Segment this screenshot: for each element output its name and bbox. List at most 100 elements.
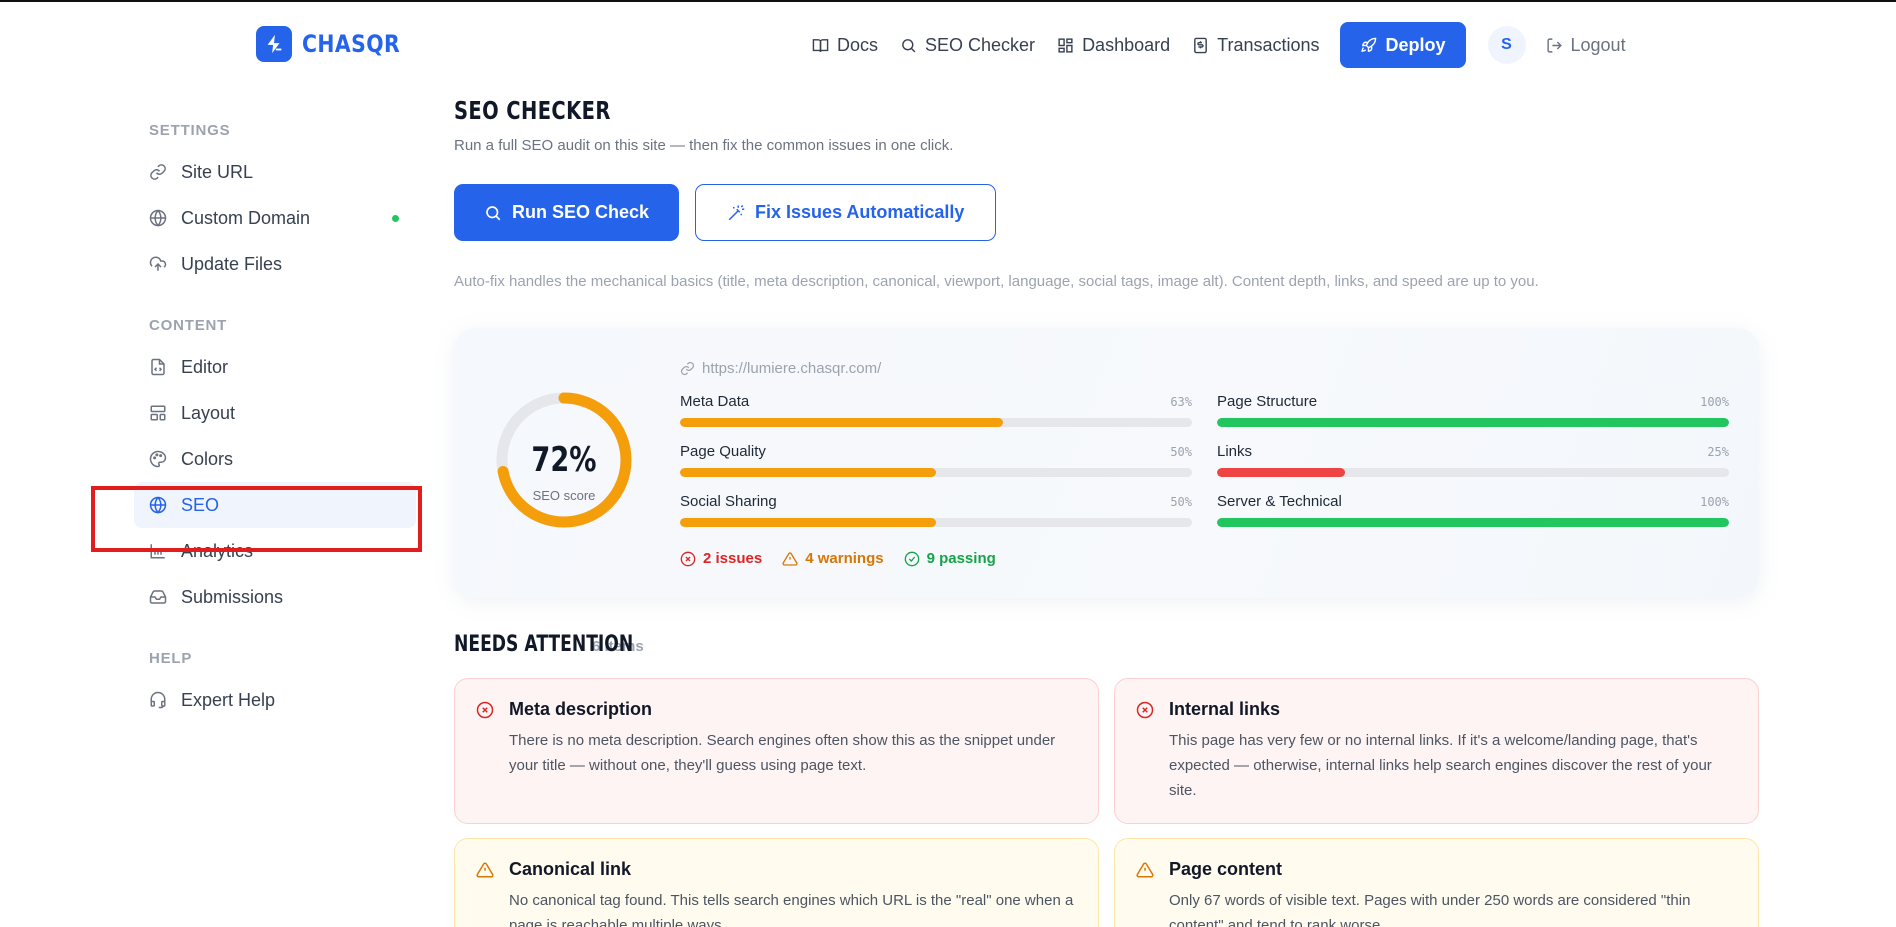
sidebar-item-label: Expert Help [181, 689, 276, 710]
link-icon [680, 361, 695, 376]
sidebar-section-help: HELP [149, 650, 193, 667]
main-content: SEO CHECKER Run a full SEO audit on this… [454, 96, 1759, 927]
sidebar-item-label: Editor [181, 356, 229, 377]
score-caption: SEO score [532, 488, 596, 503]
progress-track [680, 518, 1192, 527]
dashboard-icon [1058, 37, 1073, 53]
nav-seo-checker[interactable]: SEO Checker [900, 22, 1035, 68]
nav-transactions[interactable]: Transactions [1192, 22, 1320, 68]
fix-issues-label: Fix Issues Automatically [755, 202, 965, 222]
metric-pct: 25% [1707, 445, 1729, 459]
metric-meta-data: Meta Data 63% [680, 393, 1192, 427]
sidebar-item-editor[interactable]: Editor [134, 344, 416, 390]
page-subtitle: Run a full SEO audit on this site — then… [454, 137, 954, 154]
warnings-count[interactable]: 4 warnings [782, 550, 884, 567]
page-title: SEO CHECKER [454, 96, 611, 125]
score-value: 72% [531, 440, 597, 480]
brand-logo[interactable]: CHASQR [256, 26, 417, 62]
run-seo-check-label: Run SEO Check [512, 202, 650, 222]
cloud-upload-icon [149, 256, 167, 271]
progress-fill [1217, 468, 1345, 477]
issues-count[interactable]: 2 issues [680, 550, 762, 567]
logout-label: Logout [1570, 34, 1626, 55]
deploy-button[interactable]: Deploy [1339, 22, 1466, 68]
metric-name: Social Sharing [680, 493, 777, 510]
logout-icon [1546, 37, 1562, 53]
main-nav: Docs SEO Checker Dashboard Transactions … [812, 22, 1626, 68]
progress-fill [680, 468, 936, 477]
metric-social-sharing: Social Sharing 50% [680, 493, 1192, 527]
sidebar-item-site-url[interactable]: Site URL [134, 149, 416, 195]
autofix-note: Auto-fix handles the mechanical basics (… [454, 273, 1539, 290]
issue-description: There is no meta description. Search eng… [509, 732, 1056, 774]
inbox-icon [149, 590, 167, 604]
x-circle-icon [1136, 701, 1154, 719]
metric-page-quality: Page Quality 50% [680, 443, 1192, 477]
highlight-box [91, 486, 422, 552]
sidebar-item-label: Site URL [181, 161, 254, 182]
receipt-icon [1194, 37, 1207, 53]
passing-count[interactable]: 9 passing [904, 550, 996, 567]
metric-pct: 63% [1170, 395, 1192, 409]
progress-track [1217, 468, 1729, 477]
sidebar-item-layout[interactable]: Layout [134, 390, 416, 436]
search-icon [486, 205, 501, 220]
progress-fill [680, 418, 1003, 427]
brand-name: CHASQR [302, 30, 401, 58]
sidebar-item-custom-domain[interactable]: Custom Domain [134, 195, 416, 241]
search-icon [902, 38, 916, 52]
site-url[interactable]: https://lumiere.chasqr.com/ [680, 360, 881, 377]
fix-issues-button[interactable]: Fix Issues Automatically [695, 184, 997, 241]
nav-dashboard[interactable]: Dashboard [1057, 22, 1170, 68]
progress-track [1217, 418, 1729, 427]
check-circle-icon [904, 551, 919, 566]
layout-icon [150, 405, 166, 421]
deploy-label: Deploy [1385, 34, 1446, 55]
sidebar-item-label: Layout [181, 402, 236, 423]
seo-score-card: 72% SEO score https://lumiere.chasqr.com… [454, 328, 1759, 598]
issues-label: 2 issues [703, 550, 763, 567]
status-dot [392, 215, 399, 222]
issue-card-page-content[interactable]: Page content Only 67 words of visible te… [1114, 838, 1759, 927]
issue-card-canonical-link[interactable]: Canonical link No canonical tag found. T… [454, 838, 1099, 927]
metric-page-structure: Page Structure 100% [1217, 393, 1729, 427]
issue-card-internal-links[interactable]: Internal links This page has very few or… [1114, 678, 1759, 824]
issue-card-meta-description[interactable]: Meta description There is no meta descri… [454, 678, 1099, 824]
metric-links: Links 25% [1217, 443, 1729, 477]
metric-pct: 100% [1700, 395, 1729, 409]
issue-title: Canonical link [509, 859, 632, 879]
warning-triangle-icon [1136, 862, 1154, 878]
x-circle-icon [680, 551, 696, 566]
nav-seo-checker-label: SEO Checker [925, 34, 1036, 55]
sidebar-item-label: Custom Domain [181, 207, 311, 228]
issue-description: No canonical tag found. This tells searc… [509, 892, 1074, 927]
run-seo-check-button[interactable]: Run SEO Check [454, 184, 680, 241]
x-circle-icon [476, 701, 494, 719]
progress-track [680, 418, 1192, 427]
metric-name: Links [1217, 443, 1253, 460]
sidebar-item-expert-help[interactable]: Expert Help [134, 677, 416, 723]
metric-pct: 100% [1700, 495, 1729, 509]
sidebar-item-colors[interactable]: Colors [134, 436, 416, 482]
sidebar-item-label: Submissions [181, 586, 284, 607]
nav-docs[interactable]: Docs [812, 22, 878, 68]
metric-name: Page Quality [680, 443, 766, 460]
progress-fill [1217, 418, 1729, 427]
site-url-text: https://lumiere.chasqr.com/ [702, 360, 882, 377]
progress-fill [1217, 518, 1729, 527]
magic-wand-icon [728, 204, 745, 220]
link-icon [150, 164, 166, 180]
issue-title: Meta description [509, 699, 653, 719]
sidebar-section-content: CONTENT [149, 317, 228, 334]
sidebar-item-submissions[interactable]: Submissions [134, 574, 416, 620]
metric-name: Server & Technical [1217, 493, 1342, 510]
bolt-icon [256, 26, 292, 62]
issue-description: Only 67 words of visible text. Pages wit… [1169, 892, 1691, 927]
sidebar-item-update-files[interactable]: Update Files [134, 241, 416, 287]
status-summary: 2 issues 4 warnings 9 passing [680, 550, 996, 567]
warnings-label: 4 warnings [805, 550, 884, 567]
user-avatar[interactable]: S [1487, 26, 1526, 64]
warning-triangle-icon [782, 551, 798, 566]
sidebar: SETTINGS Site URL Custom Domain Update F… [134, 100, 424, 723]
logout-link[interactable]: Logout [1546, 35, 1626, 56]
